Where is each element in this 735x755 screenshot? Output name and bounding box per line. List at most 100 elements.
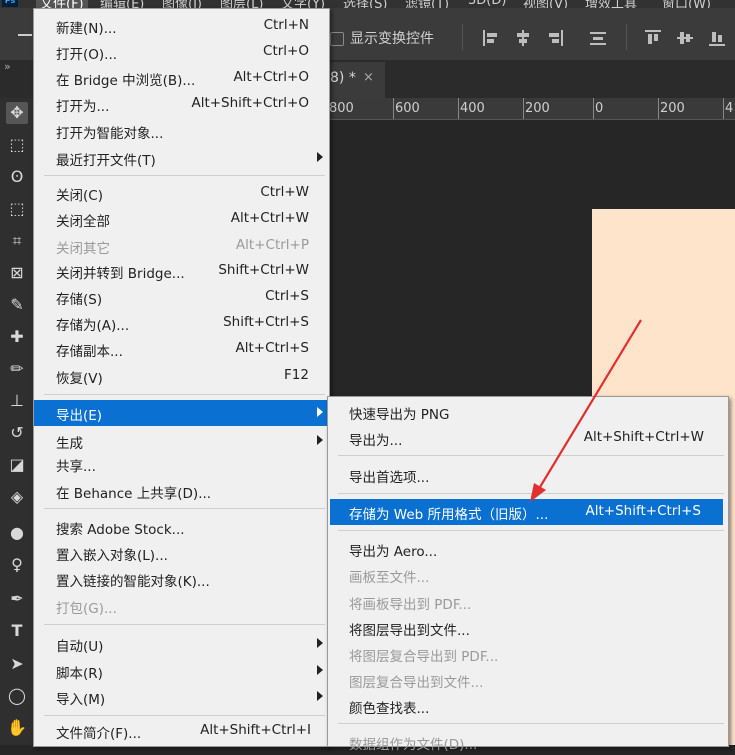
close-tab-icon[interactable]: × [363,70,374,85]
menu-file[interactable]: 文件(F) [36,0,88,8]
menu-divider [338,455,724,456]
menu-filter[interactable]: 滤镜(T) [405,0,449,8]
menu-item-close-all[interactable]: 关闭全部 Alt+Ctrl+W [34,206,329,232]
crop-tool-icon[interactable]: ⌗ [6,230,28,252]
menu-item-save-for-web-legacy[interactable]: 存储为 Web 所用格式（旧版）... Alt+Shift+Ctrl+S [330,499,723,525]
menu-divider [338,723,724,724]
menu-divider [44,715,325,716]
marquee-tool-icon[interactable]: ⬚ [6,134,28,156]
menu-item-data-sets-as-files: 数据组作为文件(D)... [349,737,478,753]
ruler-label: 600 [395,101,420,116]
menu-divider [338,493,724,494]
menu-item-open[interactable]: 打开(O)... Ctrl+O [34,39,329,65]
menu-3d[interactable]: 3D(D) [468,0,506,8]
eraser-tool-icon[interactable]: ◪ [6,454,28,476]
menu-item-share-on-behance[interactable]: 在 Behance 上共享(D)... [34,478,329,504]
divider [626,24,627,50]
menu-item-revert[interactable]: 恢复(V) F12 [34,363,329,389]
menu-item-share[interactable]: 共享... [34,451,329,477]
align-bottom-edges-icon[interactable] [709,30,725,46]
menu-item-file-info[interactable]: 文件简介(F)... Alt+Shift+Ctrl+I [34,718,329,744]
menu-item-color-lookup-tables[interactable]: 颜色查找表... [328,693,728,719]
submenu-arrow-icon [317,152,323,162]
align-horizontal-centers-icon[interactable] [515,30,531,46]
align-vertical-centers-icon[interactable] [677,30,693,46]
file-menu: 新建(N)... Ctrl+N 打开(O)... Ctrl+O 在 Bridge 中… [33,8,330,747]
menu-item-artboards-to-files: 画板至文件... [349,570,430,586]
menu-item-scripts[interactable]: 脚本(R) [34,658,329,684]
ellipse-tool-icon[interactable]: ◯ [6,685,28,707]
menu-item-new[interactable]: 新建(N)... Ctrl+N [34,13,329,39]
dodge-tool-icon[interactable]: ♀ [6,554,28,576]
submenu-arrow-icon [317,435,323,445]
menu-item-layer-comps-to-pdf: 将图层复合导出到 PDF... [349,649,499,665]
menu-item-save-as[interactable]: 存储为(A)... Shift+Ctrl+S [34,310,329,336]
menu-view[interactable]: 视图(V) [523,0,568,8]
menu-item-export-to-aero[interactable]: 导出为 Aero... [328,536,728,562]
menu-item-export-as[interactable]: 导出为... Alt+Shift+Ctrl+W [328,425,728,451]
menu-item-automate[interactable]: 自动(U) [34,631,329,657]
menu-item-open-as-smart-object[interactable]: 打开为智能对象... [34,118,329,144]
menu-layer[interactable]: 图层(L) [220,0,263,8]
submenu-arrow-icon [317,665,323,675]
submenu-arrow-icon [317,691,323,701]
menu-item-open-recent[interactable]: 最近打开文件(T) [34,145,329,171]
healing-brush-tool-icon[interactable]: ✚ [6,326,28,348]
menu-item-layers-to-files[interactable]: 将图层导出到文件... [328,615,728,641]
menu-item-browse-in-bridge[interactable]: 在 Bridge 中浏览(B)... Alt+Ctrl+O [34,65,329,91]
menu-divider [338,530,724,531]
menu-item-package: 打包(G)... [56,601,117,617]
menu-item-save-copy[interactable]: 存储副本... Alt+Ctrl+S [34,336,329,362]
path-selection-tool-icon[interactable]: ➤ [6,653,28,675]
distribute-icon[interactable] [590,30,606,46]
menu-bar: Ps 文件(F) 编辑(E) 图像(I) 图层(L) 文字(Y) 选择(S) 滤… [0,0,735,8]
hand-tool-icon[interactable]: ✋ [6,717,28,739]
submenu-arrow-icon [317,638,323,648]
frame-tool-icon[interactable]: ⊠ [6,262,28,284]
menu-image[interactable]: 图像(I) [162,0,202,8]
pen-tool-icon[interactable]: ✒ [6,588,28,610]
align-top-edges-icon[interactable] [645,30,661,46]
eyedropper-tool-icon[interactable]: ✎ [6,294,28,316]
lasso-tool-icon[interactable]: ʘ [6,166,28,188]
menu-divider [44,175,325,176]
move-options-icon [18,34,32,36]
clone-stamp-tool-icon[interactable]: ⊥ [6,390,28,412]
menu-select[interactable]: 选择(S) [343,0,387,8]
history-brush-tool-icon[interactable]: ↺ [6,422,28,444]
paint-bucket-tool-icon[interactable]: ◈ [6,486,28,508]
menu-item-export[interactable]: 导出(E) [34,400,329,426]
photoshop-logo-icon: Ps [2,0,18,7]
brush-tool-icon[interactable]: ✏ [6,358,28,380]
menu-item-open-as[interactable]: 打开为... Alt+Shift+Ctrl+O [34,91,329,117]
menu-divider [44,508,325,509]
move-tool-icon[interactable]: ✥ [6,102,28,124]
menu-item-place-embedded[interactable]: 置入嵌入对象(L)... [34,540,329,566]
type-tool-icon[interactable]: T [6,620,28,642]
menu-plugins[interactable]: 增效工具 [585,0,637,8]
menu-window[interactable]: 窗口(W) [662,0,711,8]
menu-item-place-linked[interactable]: 置入链接的智能对象(K)... [34,566,329,592]
menu-item-export-preferences[interactable]: 导出首选项... [328,462,728,488]
object-select-tool-icon[interactable]: ⬚ [6,198,28,220]
ruler-label: 4 [725,101,734,116]
align-right-edges-icon[interactable] [547,30,563,46]
menu-item-close[interactable]: 关闭(C) Ctrl+W [34,180,329,206]
ruler-label: 400 [460,101,485,116]
menu-edit[interactable]: 编辑(E) [100,0,144,8]
ruler-label: 200 [660,101,685,116]
collapse-panel-icon[interactable]: » [4,60,11,73]
menu-divider [44,394,325,395]
ruler-label: 200 [525,101,550,116]
menu-item-search-adobe-stock[interactable]: 搜索 Adobe Stock... [34,514,329,540]
menu-item-close-and-go-to-bridge[interactable]: 关闭并转到 Bridge... Shift+Ctrl+W [34,258,329,284]
divider [462,24,463,50]
menu-item-quick-export-png[interactable]: 快速导出为 PNG [328,399,728,425]
menu-type[interactable]: 文字(Y) [281,0,325,8]
show-transform-controls-label: 显示变换控件 [350,31,434,47]
show-transform-controls-checkbox[interactable] [330,32,344,46]
align-left-edges-icon[interactable] [483,30,499,46]
menu-item-import[interactable]: 导入(M) [34,684,329,710]
blur-tool-icon[interactable]: ● [6,522,28,544]
menu-item-save[interactable]: 存储(S) Ctrl+S [34,284,329,310]
